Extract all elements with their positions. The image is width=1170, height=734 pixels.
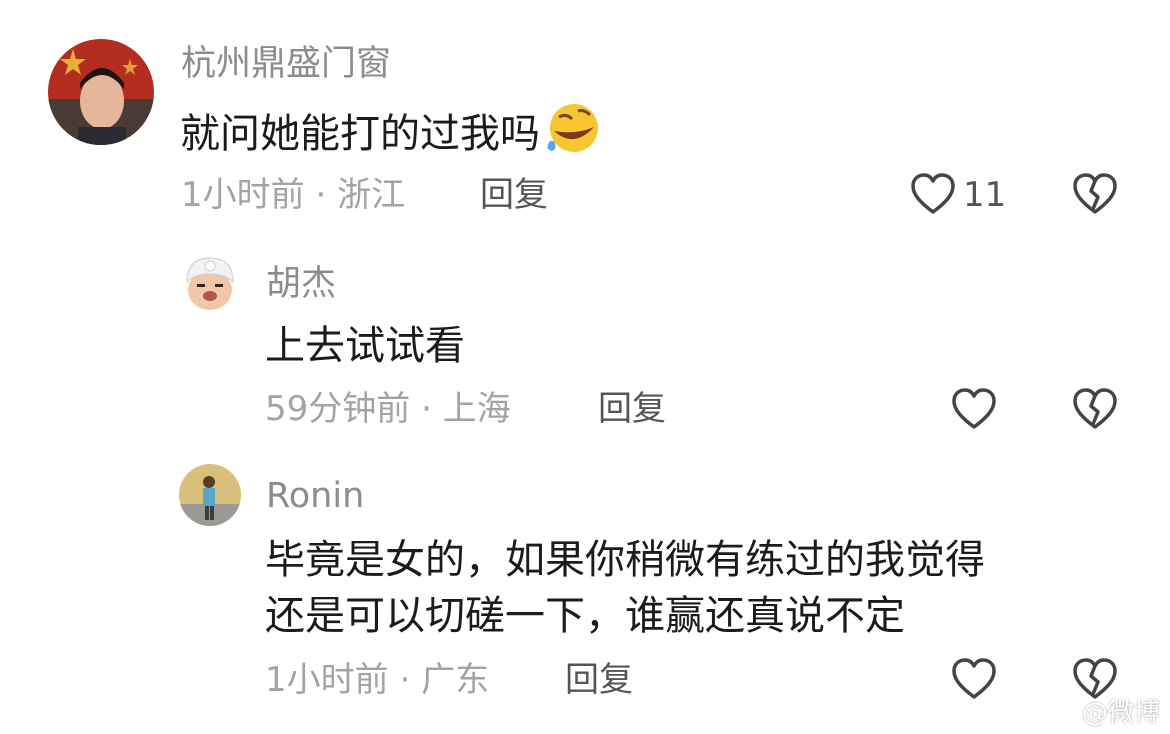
like-button[interactable]	[950, 656, 998, 702]
comment-time: 1小时前	[181, 175, 305, 215]
broken-heart-icon	[1073, 658, 1117, 699]
separator: ·	[399, 660, 411, 700]
comment-username[interactable]: 杭州鼎盛门窗	[181, 47, 391, 82]
comment-username[interactable]: Ronin	[266, 479, 364, 514]
comment-text-line: 还是可以切磋一下，谁赢还真说不定	[265, 593, 905, 639]
like-count: 11	[963, 175, 1007, 215]
watermark: @微博	[1081, 698, 1160, 728]
dislike-button[interactable]	[1071, 386, 1119, 432]
separator: ·	[315, 175, 327, 215]
broken-heart-icon	[1073, 173, 1117, 214]
reply-button[interactable]: 回复	[598, 392, 666, 426]
dislike-button[interactable]	[1071, 171, 1119, 217]
avatar-hangzhou-dingsheng[interactable]	[48, 39, 154, 145]
comment-location: 广东	[421, 660, 490, 700]
heart-icon	[911, 173, 955, 214]
comment-text: 上去试试看	[265, 323, 465, 369]
comment-text-line: 毕竟是女的，如果你稍微有练过的我觉得	[265, 537, 985, 583]
comment-time: 59分钟前	[265, 389, 411, 429]
avatar-ronin[interactable]	[179, 464, 241, 526]
comment-text: 就问她能打的过我吗	[180, 101, 602, 170]
comment-time: 1小时前	[265, 660, 389, 700]
reply-button[interactable]: 回复	[565, 663, 633, 697]
comment-text-content: 就问她能打的过我吗	[180, 111, 540, 157]
like-button[interactable]	[950, 386, 998, 432]
avatar-hujie[interactable]	[179, 252, 241, 314]
comment-location: 浙江	[337, 175, 406, 215]
dislike-button[interactable]	[1071, 656, 1119, 702]
heart-icon	[952, 388, 996, 429]
heart-icon	[952, 658, 996, 699]
reply-button[interactable]: 回复	[480, 178, 548, 212]
comment-location: 上海	[442, 389, 511, 429]
comment-meta: 1小时前 · 广东	[265, 663, 489, 697]
comment-meta: 1小时前 · 浙江	[181, 178, 405, 212]
rolling-laughing-emoji-icon	[544, 101, 602, 170]
comment-username[interactable]: 胡杰	[266, 267, 336, 302]
like-button[interactable]	[909, 171, 957, 217]
broken-heart-icon	[1073, 388, 1117, 429]
separator: ·	[421, 389, 432, 429]
comment-meta: 59分钟前 · 上海	[265, 392, 511, 426]
